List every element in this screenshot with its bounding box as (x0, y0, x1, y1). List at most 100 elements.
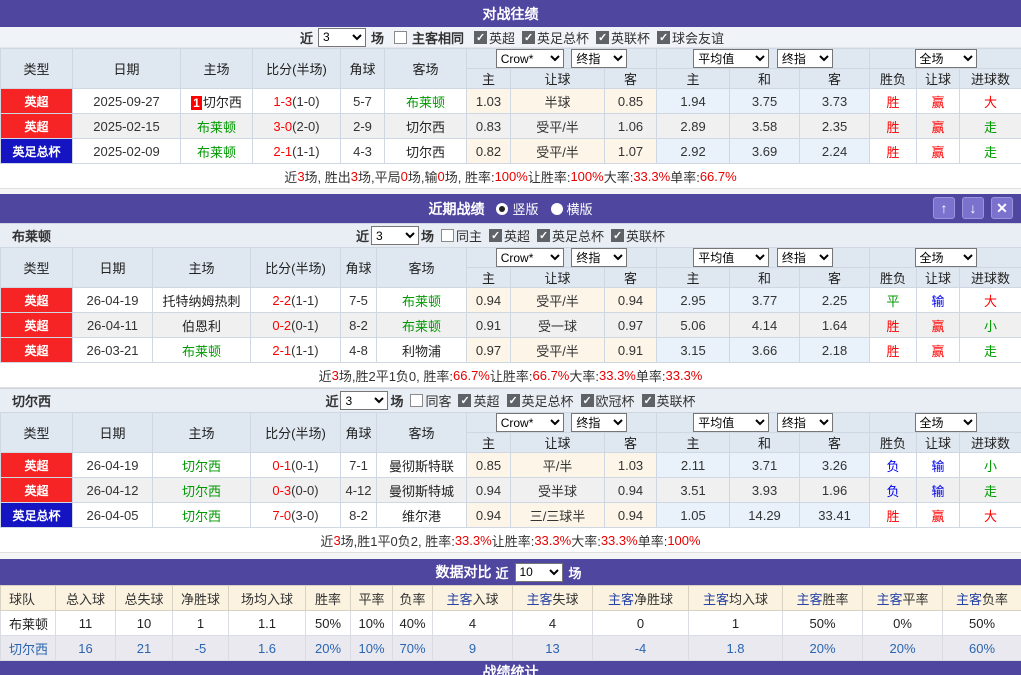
cell-value: 1.8 (688, 635, 783, 661)
odds-stage-select[interactable]: 终指 (571, 413, 628, 432)
cell-score: 2-1(1-1) (252, 138, 341, 164)
cell-type: 英超 (0, 337, 73, 363)
cell-away: 布莱顿 (376, 287, 467, 313)
next-section-header: 战绩统计 (0, 661, 1021, 675)
col-score: 比分(半场) (250, 412, 341, 453)
cell-value: 1 (172, 610, 229, 636)
avg-stage-select[interactable]: 终指 (776, 248, 833, 267)
cell-score: 2-1(1-1) (250, 337, 341, 363)
same-away-checkbox[interactable] (410, 394, 424, 407)
cell-home: 伯恩利 (152, 312, 251, 338)
competition-label: 英足总杯 (537, 30, 590, 46)
competition-checkbox[interactable] (641, 394, 655, 407)
same-home-checkbox[interactable] (440, 229, 454, 242)
vertical-layout-radio[interactable] (496, 202, 509, 215)
competition-checkbox[interactable] (506, 394, 520, 407)
competition-checkbox[interactable] (537, 229, 551, 242)
col-loss-rate: 负率 (392, 585, 433, 611)
cell-date: 26-04-12 (72, 477, 153, 503)
games-label: 场 (420, 229, 434, 244)
team-games-select[interactable]: 3 (370, 226, 419, 245)
cell-avg-away: 2.18 (799, 337, 871, 363)
cell-odds-home: 0.91 (466, 312, 511, 338)
average-select[interactable]: 平均值 (693, 49, 770, 68)
cell-avg-home: 2.95 (656, 287, 731, 313)
competition-label: 英联杯 (626, 229, 666, 244)
h2h-games-select[interactable]: 3 (317, 27, 366, 47)
home-team: 布莱顿 (196, 119, 236, 135)
close-button[interactable]: ✕ (991, 197, 1013, 219)
cell-away: 曼彻斯特城 (376, 477, 467, 503)
cell-result-goals: 小 (959, 312, 1021, 338)
competition-checkbox[interactable] (611, 229, 625, 242)
competition-checkbox[interactable] (473, 30, 487, 44)
fulltime-select[interactable]: 全场 (914, 49, 977, 68)
cell-avg-home: 2.11 (656, 452, 731, 478)
away-team: 曼彻斯特城 (388, 483, 454, 499)
competition-checkbox[interactable] (596, 30, 610, 44)
col-odds-home: 主 (466, 68, 511, 89)
avg-stage-select[interactable]: 终指 (776, 413, 833, 432)
cell-handicap: 三/三球半 (510, 502, 605, 528)
competition-checkbox[interactable] (522, 30, 535, 44)
col-goal-diff: 净胜球 (172, 585, 229, 611)
competition-checkbox[interactable] (657, 30, 671, 44)
cell-avg-draw: 14.29 (729, 502, 801, 528)
cell-corner: 5-7 (340, 88, 385, 114)
competition-checkbox[interactable] (489, 229, 502, 242)
compare-games-select[interactable]: 10 (514, 562, 563, 582)
fulltime-score: 0-3 (272, 482, 292, 498)
cell-odds-away: 1.06 (603, 113, 658, 139)
scroll-up-button[interactable]: ↑ (933, 197, 955, 219)
cell-value: 40% (392, 610, 433, 636)
bookmaker-select[interactable]: Crow* (495, 49, 564, 68)
cell-type: 英超 (0, 312, 73, 338)
halftime-score: (1-1) (292, 143, 320, 159)
col-result-wdl: 胜负 (869, 68, 918, 89)
col-odds-away: 客 (603, 68, 658, 89)
fulltime-select[interactable]: 全场 (914, 413, 977, 432)
cell-handicap: 受平/半 (510, 138, 605, 164)
cell-away: 切尔西 (384, 138, 467, 164)
cell-result-goals: 小 (959, 452, 1021, 478)
col-venue-draw-rate: 主客平率 (862, 585, 943, 611)
odds-stage-select[interactable]: 终指 (571, 49, 628, 68)
same-venue-checkbox[interactable] (393, 30, 407, 44)
average-select[interactable]: 平均值 (693, 248, 770, 267)
fulltime-select[interactable]: 全场 (914, 248, 977, 267)
bookmaker-select[interactable]: Crow* (495, 413, 564, 432)
bookmaker-select[interactable]: Crow* (495, 248, 564, 267)
col-result-wdl: 胜负 (869, 432, 918, 453)
home-team: 伯恩利 (181, 318, 221, 334)
home-team: 布莱顿 (181, 343, 221, 359)
cell-odds-home: 1.03 (466, 88, 511, 114)
col-date: 日期 (72, 412, 153, 453)
horizontal-layout-radio[interactable] (550, 202, 563, 215)
odds-group-header: Crow* 终指 (465, 247, 658, 268)
average-select[interactable]: 平均值 (693, 413, 770, 432)
cell-date: 26-04-19 (72, 452, 153, 478)
away-team: 维尔港 (401, 508, 441, 524)
cell-value: 50% (305, 610, 351, 636)
cell-avg-home: 1.05 (656, 502, 731, 528)
cell-avg-draw: 3.93 (729, 477, 801, 503)
match-row: 英超 26-04-19 托特纳姆热刺 2-2(1-1) 7-5 布莱顿 0.94… (0, 287, 1021, 313)
chelsea-recent-table: 类型 日期 主场 比分(半场) 角球 客场 Crow* 终指 平均值 终指 全场 (0, 412, 1021, 528)
avg-stage-select[interactable]: 终指 (776, 49, 833, 68)
competition-checkbox[interactable] (580, 394, 594, 407)
cell-avg-home: 3.51 (656, 477, 731, 503)
scroll-down-button[interactable]: ↓ (962, 197, 984, 219)
team-games-select[interactable]: 3 (340, 391, 389, 410)
cell-result-wdl: 负 (869, 452, 918, 478)
col-corner: 角球 (340, 412, 377, 453)
col-avg-away: 客 (799, 267, 871, 288)
cell-result-handicap: 赢 (916, 312, 961, 338)
brighton-recent-table: 类型 日期 主场 比分(半场) 角球 客场 Crow* 终指 平均值 终指 全场 (0, 247, 1021, 363)
cell-result-handicap: 输 (916, 477, 961, 503)
col-odds-away: 客 (603, 267, 658, 288)
cell-value: 50% (942, 610, 1021, 636)
odds-stage-select[interactable]: 终指 (571, 248, 628, 267)
competition-label: 英足总杯 (552, 229, 605, 244)
competition-checkbox[interactable] (458, 394, 472, 407)
cell-result-wdl: 胜 (869, 138, 918, 164)
